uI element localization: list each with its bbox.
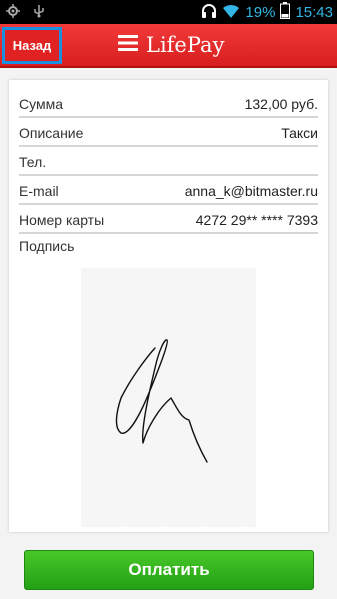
email-label: E-mail [19, 183, 59, 199]
battery-percent: 19% [245, 4, 276, 21]
amount-value: 132,00 руб. [244, 96, 318, 112]
card-number-value: 4272 29** **** 7393 [195, 212, 318, 228]
receipt-torn-edge [9, 527, 328, 537]
card-number-row: Номер карты 4272 29** **** 7393 [19, 206, 318, 234]
location-icon [6, 4, 20, 23]
brand-title: LifePay [146, 33, 225, 57]
app-header: Назад LifePay [0, 24, 337, 68]
battery-icon [280, 2, 291, 24]
headset-icon [201, 3, 217, 24]
description-label: Описание [19, 125, 84, 141]
pay-button[interactable]: Оплатить [24, 550, 314, 590]
status-bar: 19% 15:43 [0, 0, 337, 24]
signature-pad[interactable] [81, 268, 256, 528]
amount-label: Сумма [19, 96, 63, 112]
email-row[interactable]: E-mail anna_k@bitmaster.ru [19, 177, 318, 205]
hamburger-menu-icon[interactable] [118, 34, 138, 57]
email-value[interactable]: anna_k@bitmaster.ru [185, 183, 318, 199]
phone-row[interactable]: Тел. [19, 148, 318, 176]
description-value: Такси [281, 125, 318, 141]
amount-row: Сумма 132,00 руб. [19, 90, 318, 118]
back-button[interactable]: Назад [2, 27, 62, 64]
clock: 15:43 [295, 4, 333, 21]
usb-icon [32, 4, 46, 23]
signature-stroke [115, 339, 208, 463]
card-number-label: Номер карты [19, 212, 105, 228]
brand: LifePay [118, 32, 224, 58]
phone-label: Тел. [19, 154, 47, 170]
receipt-card: Сумма 132,00 руб. Описание Такси Тел. E-… [9, 80, 328, 532]
wifi-icon [222, 3, 240, 24]
signature-label: Подпись [19, 238, 75, 254]
description-row: Описание Такси [19, 119, 318, 147]
